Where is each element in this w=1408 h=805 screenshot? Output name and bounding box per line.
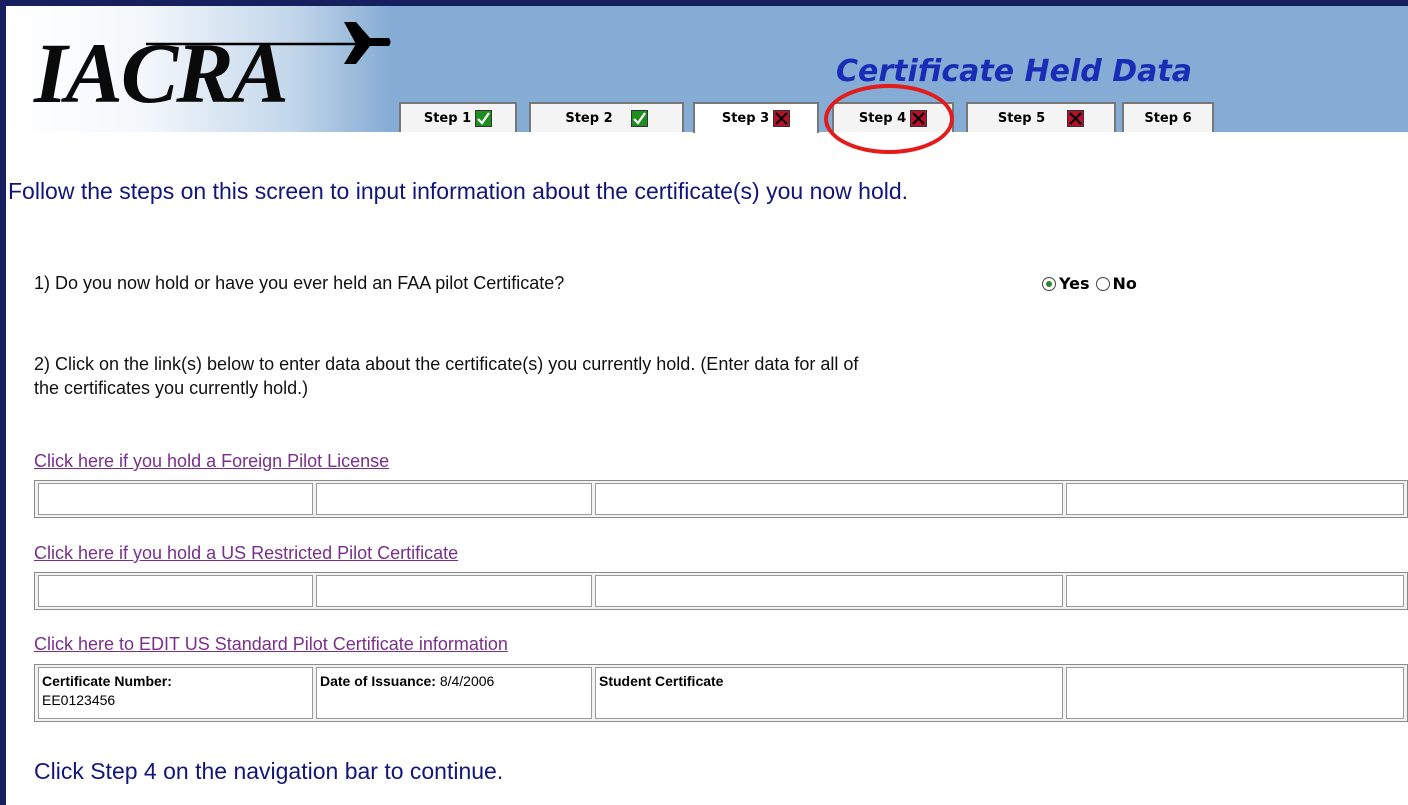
tab-step-1[interactable]: Step 1 bbox=[399, 102, 517, 132]
question-1: 1) Do you now hold or have you ever held… bbox=[34, 273, 565, 293]
restricted-cell-1 bbox=[38, 575, 313, 607]
tab-step-3[interactable]: Step 3 bbox=[693, 102, 819, 133]
x-mark-icon bbox=[773, 110, 791, 127]
yes-label: Yes bbox=[1059, 274, 1090, 293]
instructions-heading: Follow the steps on this screen to input… bbox=[8, 178, 909, 204]
tab-step-6[interactable]: Step 6 bbox=[1122, 102, 1214, 132]
standard-certificate-row: Certificate Number: EE0123456 Date of Is… bbox=[34, 664, 1408, 722]
tab-label: Step 1 bbox=[423, 110, 472, 126]
certificate-number-label: Certificate Number: bbox=[42, 673, 172, 689]
certificate-number-cell: Certificate Number: EE0123456 bbox=[38, 667, 313, 719]
logo: IACRA bbox=[6, 6, 391, 132]
certificate-number-value: EE0123456 bbox=[42, 692, 116, 708]
foreign-cell-3 bbox=[595, 483, 1063, 515]
restricted-cell-2 bbox=[316, 575, 592, 607]
x-mark-icon bbox=[1067, 109, 1085, 127]
tab-label: Step 3 bbox=[721, 111, 770, 126]
tab-label: Step 2 bbox=[565, 110, 613, 126]
tab-label: Step 6 bbox=[1144, 110, 1192, 126]
checkmark-icon bbox=[475, 109, 493, 127]
restricted-certificate-link[interactable]: Click here if you hold a US Restricted P… bbox=[34, 543, 458, 564]
page-title: Certificate Held Data bbox=[836, 54, 1192, 89]
airplane-icon bbox=[146, 22, 391, 64]
restricted-certificate-row bbox=[34, 572, 1408, 610]
tab-step-4[interactable]: Step 4 bbox=[832, 102, 954, 132]
foreign-cell-1 bbox=[38, 483, 313, 515]
restricted-cell-4 bbox=[1066, 575, 1404, 607]
foreign-cell-2 bbox=[316, 483, 592, 515]
no-radio[interactable] bbox=[1095, 276, 1110, 291]
standard-cell-4 bbox=[1066, 667, 1404, 719]
tab-label: Step 4 bbox=[858, 110, 907, 126]
no-label: No bbox=[1112, 274, 1137, 293]
foreign-license-link[interactable]: Click here if you hold a Foreign Pilot L… bbox=[34, 451, 389, 472]
page-frame: IACRA Certificate Held Data Step 1 Step … bbox=[6, 6, 1408, 805]
edit-standard-certificate-link[interactable]: Click here to EDIT US Standard Pilot Cer… bbox=[34, 634, 508, 655]
issuance-date-label: Date of Issuance: bbox=[320, 673, 436, 689]
tab-step-2[interactable]: Step 2 bbox=[529, 102, 684, 132]
issuance-date-value: 8/4/2006 bbox=[439, 673, 495, 689]
foreign-cell-4 bbox=[1066, 483, 1404, 515]
yes-radio[interactable] bbox=[1042, 276, 1056, 291]
certificate-type: Student Certificate bbox=[599, 673, 724, 689]
question-2-line-2: the certificates you currently hold.) bbox=[34, 378, 309, 398]
x-mark-icon bbox=[910, 109, 928, 127]
question-2-line-1: 2) Click on the link(s) below to enter d… bbox=[34, 354, 859, 374]
pilot-certificate-radio-group: Yes No bbox=[1042, 274, 1137, 293]
tab-label: Step 5 bbox=[997, 110, 1046, 126]
restricted-cell-3 bbox=[595, 575, 1063, 607]
header: IACRA Certificate Held Data Step 1 Step … bbox=[6, 6, 1408, 154]
checkmark-icon bbox=[630, 109, 648, 127]
continue-instruction: Click Step 4 on the navigation bar to co… bbox=[34, 758, 504, 784]
issuance-date-cell: Date of Issuance: 8/4/2006 bbox=[316, 667, 592, 719]
foreign-license-row bbox=[34, 480, 1408, 518]
certificate-type-cell: Student Certificate bbox=[595, 667, 1063, 719]
tab-step-5[interactable]: Step 5 bbox=[966, 102, 1116, 132]
